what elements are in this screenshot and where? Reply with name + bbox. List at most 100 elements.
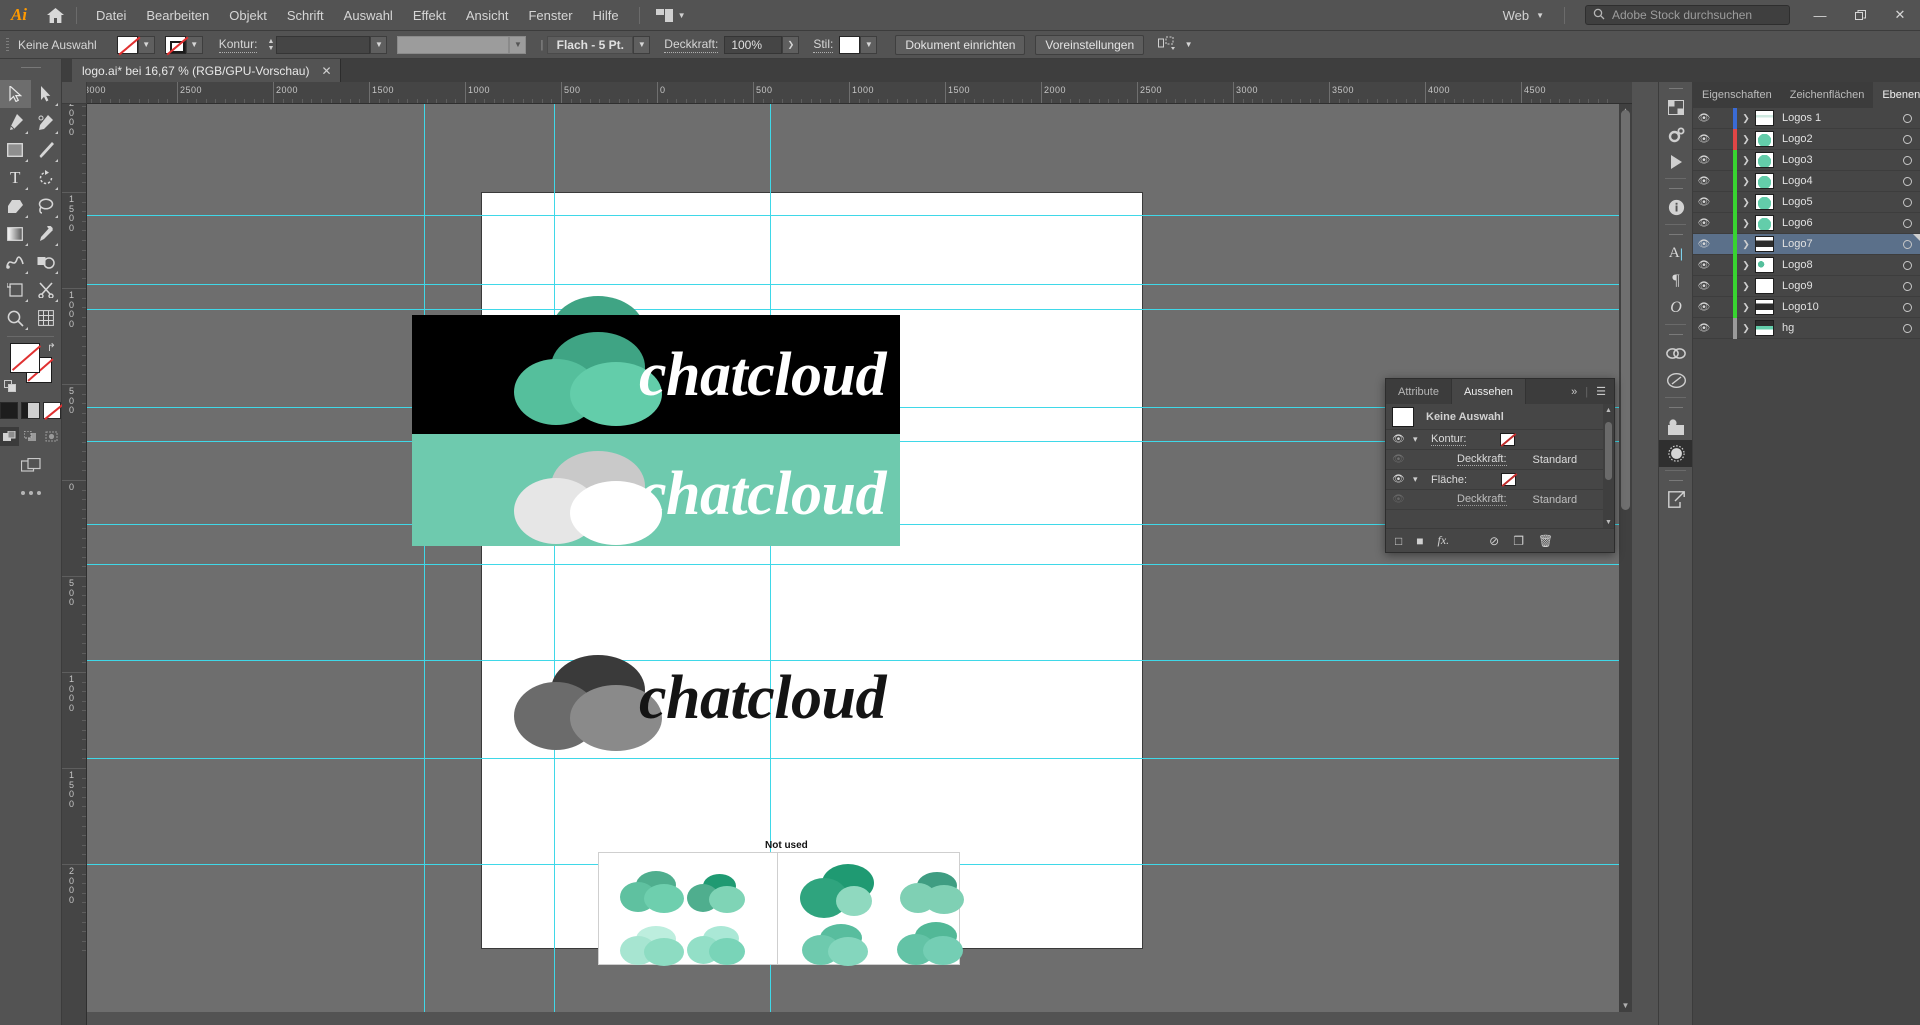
layer-target-circle[interactable] <box>1894 218 1920 228</box>
none-button[interactable] <box>42 402 61 419</box>
delete-item-icon[interactable]: 🗑 <box>1538 534 1553 548</box>
layer-name[interactable]: Logo5 <box>1774 196 1894 208</box>
layer-visibility-eye-icon[interactable]: 👁 <box>1693 113 1715 124</box>
curvature-tool[interactable] <box>31 108 62 136</box>
collapse-panel-icon[interactable]: » <box>1571 386 1577 398</box>
duplicate-item-icon[interactable]: ❐ <box>1513 534 1524 548</box>
appearance-row-stroke[interactable]: 👁 ▾ Kontur: <box>1386 430 1614 450</box>
layer-row[interactable]: 👁 ❯ hg <box>1693 317 1920 339</box>
rail-grip[interactable] <box>1659 474 1692 486</box>
stock-search-input[interactable]: Adobe Stock durchsuchen <box>1585 5 1790 25</box>
layer-visibility-eye-icon[interactable]: 👁 <box>1693 323 1715 334</box>
layer-target-circle[interactable] <box>1894 323 1920 333</box>
stroke-style-field[interactable]: Flach - 5 Pt. <box>547 35 634 54</box>
document-setup-button[interactable]: Dokument einrichten <box>895 34 1026 55</box>
character-icon[interactable]: A | <box>1659 240 1693 267</box>
scroll-up-icon[interactable]: ▲ <box>1603 404 1614 416</box>
draw-behind-button[interactable] <box>21 427 40 446</box>
selection-tool[interactable] <box>0 80 31 108</box>
layer-name[interactable]: Logo7 <box>1774 238 1894 250</box>
scroll-down-icon[interactable]: ▼ <box>1619 999 1632 1012</box>
chevron-right-icon[interactable]: ❯ <box>1737 197 1755 208</box>
layer-name[interactable]: hg <box>1774 322 1894 334</box>
layer-name[interactable]: Logo2 <box>1774 133 1894 145</box>
opentype-icon[interactable]: O <box>1659 294 1693 321</box>
tab-eigenschaften[interactable]: Eigenschaften <box>1693 82 1781 108</box>
close-button[interactable]: ✕ <box>1880 0 1920 31</box>
layer-visibility-eye-icon[interactable]: 👁 <box>1693 281 1715 292</box>
chevron-right-icon[interactable]: ❯ <box>1737 134 1755 145</box>
guide-vertical[interactable] <box>424 104 425 1012</box>
tab-ebenen[interactable]: Ebenen <box>1873 82 1920 108</box>
appearance-row-fill[interactable]: 👁 ▾ Fläche: <box>1386 470 1614 490</box>
layer-row[interactable]: 👁 ❯ Logo2 <box>1693 128 1920 150</box>
scroll-down-icon[interactable]: ▼ <box>1603 516 1614 528</box>
rotate-tool[interactable] <box>31 164 62 192</box>
layer-target-circle[interactable] <box>1894 113 1920 123</box>
appearance-row-fill-opacity[interactable]: 👁 Deckkraft: Standard <box>1386 490 1614 510</box>
layer-visibility-eye-icon[interactable]: 👁 <box>1693 239 1715 250</box>
edit-toolbar-icon[interactable] <box>0 491 61 495</box>
layer-name[interactable]: Logo9 <box>1774 280 1894 292</box>
layer-target-circle[interactable] <box>1894 302 1920 312</box>
layer-visibility-eye-icon[interactable]: 👁 <box>1693 218 1715 229</box>
menu-hilfe[interactable]: Hilfe <box>583 0 629 31</box>
layer-name[interactable]: Logo8 <box>1774 259 1894 271</box>
layer-visibility-eye-icon[interactable]: 👁 <box>1693 302 1715 313</box>
menu-effekt[interactable]: Effekt <box>403 0 456 31</box>
layer-visibility-eye-icon[interactable]: 👁 <box>1693 134 1715 145</box>
guide-horizontal[interactable] <box>87 284 1632 285</box>
draw-normal-button[interactable] <box>0 427 19 446</box>
graphic-style-swatch[interactable] <box>839 35 861 54</box>
stroke-weight-field[interactable] <box>276 35 371 54</box>
eyedropper-tool[interactable] <box>31 220 62 248</box>
style-label[interactable]: Stil: <box>813 37 834 53</box>
layer-target-circle[interactable] <box>1894 155 1920 165</box>
stroke-profile-dropdown[interactable]: ▼ <box>509 35 527 54</box>
stroke-style-dropdown[interactable]: ▼ <box>633 35 651 54</box>
gradient-button[interactable] <box>21 402 40 419</box>
canvas-vertical-scrollbar[interactable]: ▲ ▼ <box>1619 104 1632 1012</box>
chevron-right-icon[interactable]: ❯ <box>1737 239 1755 250</box>
menu-schrift[interactable]: Schrift <box>277 0 334 31</box>
chevron-right-icon[interactable]: ❯ <box>1737 218 1755 229</box>
layer-row[interactable]: 👁 ❯ Logo5 <box>1693 191 1920 213</box>
home-icon[interactable] <box>38 0 72 31</box>
draw-inside-button[interactable] <box>42 427 61 446</box>
layer-name[interactable]: Logo10 <box>1774 301 1894 313</box>
document-tab[interactable]: logo.ai* bei 16,67 % (RGB/GPU-Vorschau) … <box>72 59 341 82</box>
actions-icon[interactable] <box>1659 148 1693 175</box>
menu-fenster[interactable]: Fenster <box>518 0 582 31</box>
add-new-stroke-icon[interactable]: □ <box>1395 534 1402 548</box>
rail-grip[interactable] <box>1659 182 1692 194</box>
layer-row[interactable]: 👁 ❯ Logo7 <box>1693 233 1920 255</box>
opacity-label[interactable]: Deckkraft: <box>664 37 719 53</box>
color-button[interactable] <box>0 402 19 419</box>
rectangle-tool[interactable] <box>0 136 31 164</box>
guide-horizontal[interactable] <box>87 564 1632 565</box>
chevron-right-icon[interactable]: ❯ <box>1737 176 1755 187</box>
chevron-down-icon[interactable]: ▾ <box>1413 474 1423 485</box>
chevron-right-icon[interactable]: ❯ <box>1737 155 1755 166</box>
layer-name[interactable]: Logo6 <box>1774 217 1894 229</box>
clear-appearance-icon[interactable]: ⊘ <box>1489 534 1499 548</box>
shape-builder-tool[interactable] <box>31 248 62 276</box>
graphic-style-dropdown[interactable]: ▼ <box>860 35 878 54</box>
rail-grip[interactable] <box>1659 82 1692 94</box>
tab-aussehen[interactable]: Aussehen <box>1451 379 1526 404</box>
perspective-grid-tool[interactable] <box>31 304 62 332</box>
layer-target-circle[interactable] <box>1894 260 1920 270</box>
menu-ansicht[interactable]: Ansicht <box>456 0 519 31</box>
direct-selection-tool[interactable] <box>31 80 62 108</box>
layer-row[interactable]: 👁 ❯ Logos 1 <box>1693 107 1920 129</box>
scrollbar-thumb[interactable] <box>1621 110 1630 510</box>
pen-tool[interactable] <box>0 108 31 136</box>
menu-bearbeiten[interactable]: Bearbeiten <box>136 0 219 31</box>
add-new-fill-icon[interactable]: ■ <box>1416 534 1423 548</box>
guide-horizontal[interactable] <box>87 660 1632 661</box>
guide-vertical[interactable] <box>554 104 555 1012</box>
lasso-tool[interactable] <box>31 192 62 220</box>
chevron-right-icon[interactable]: ❯ <box>1737 260 1755 271</box>
stroke-row-swatch[interactable] <box>1500 433 1516 446</box>
artboard-tool[interactable] <box>0 276 31 304</box>
